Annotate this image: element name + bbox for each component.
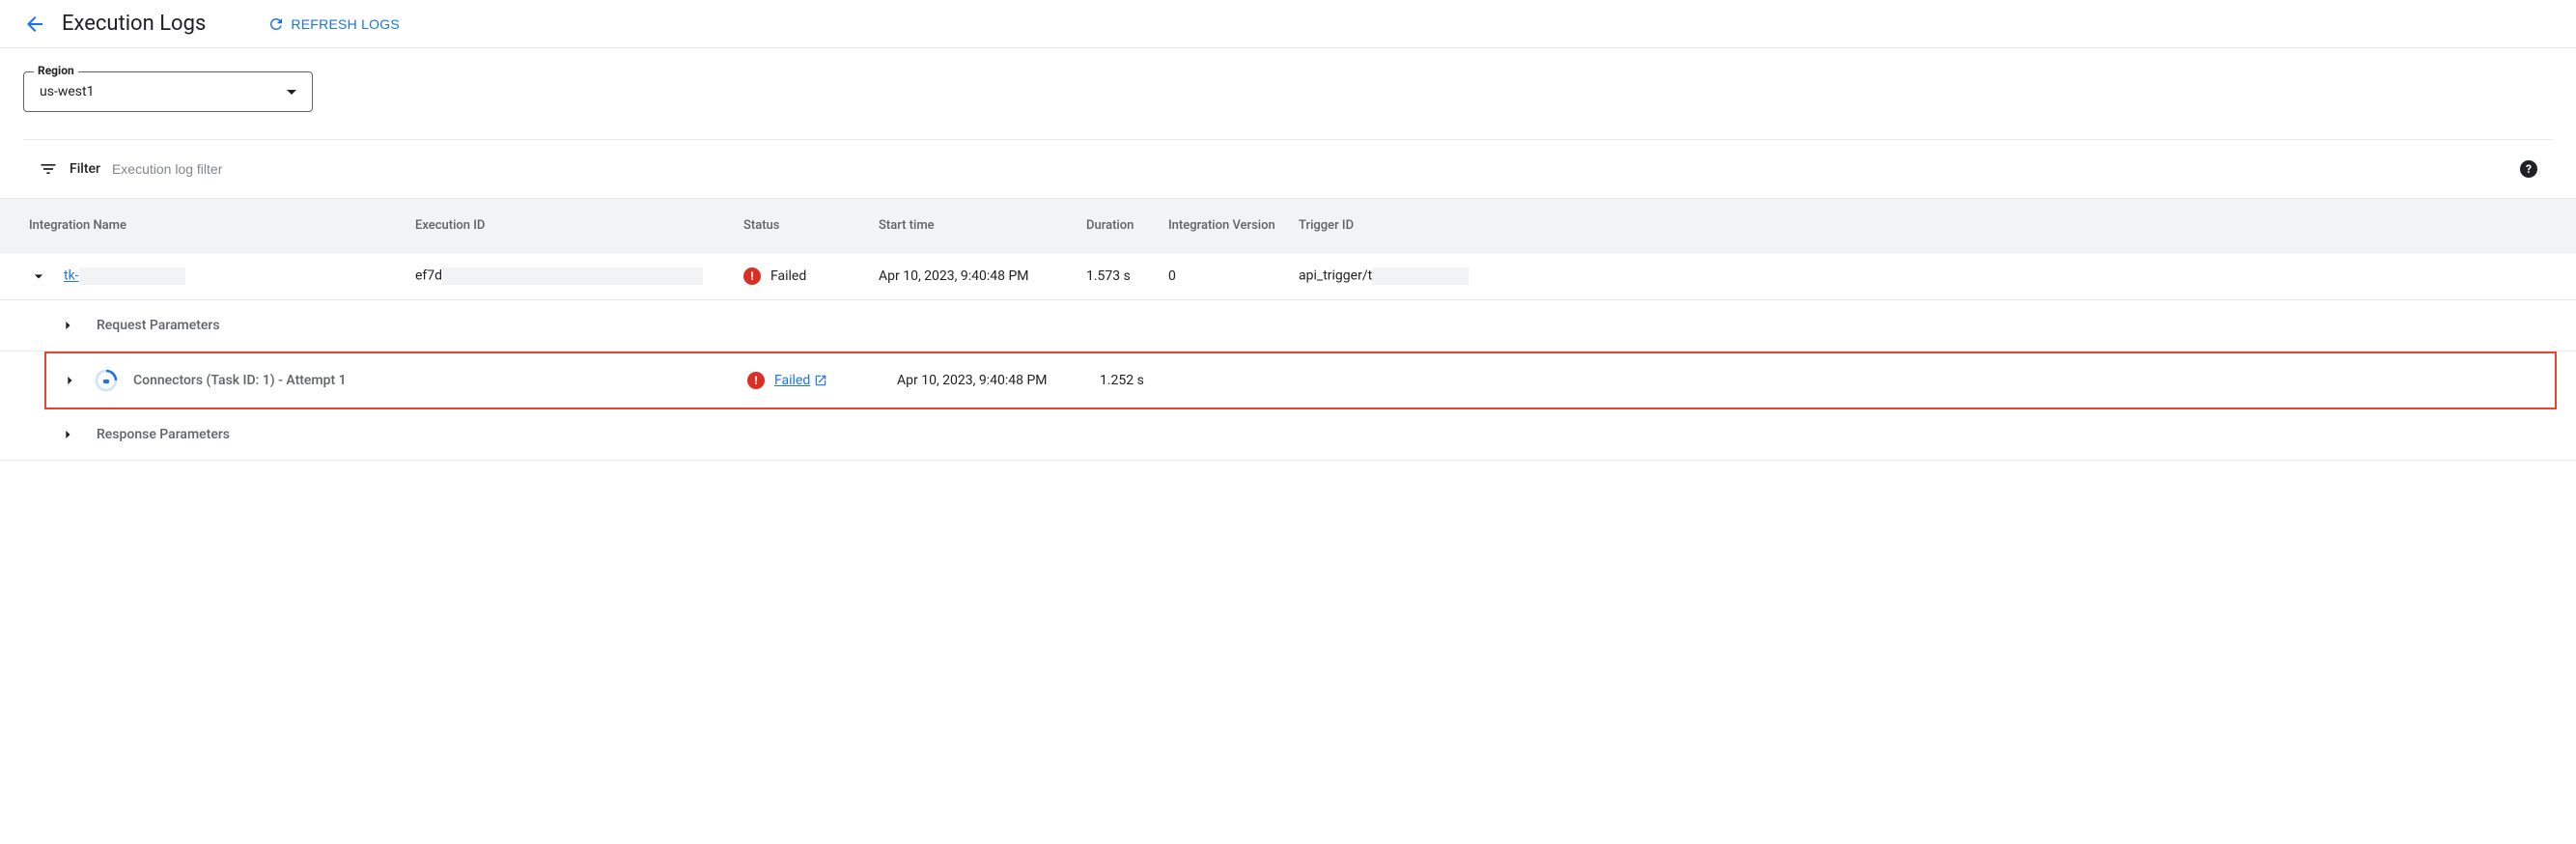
region-container: Region us-west1 xyxy=(0,48,2576,112)
region-select[interactable]: Region us-west1 xyxy=(23,71,313,112)
expand-toggle[interactable] xyxy=(58,316,77,335)
start-time-cell: Apr 10, 2023, 9:40:48 PM xyxy=(879,268,1086,284)
col-trigger-id: Trigger ID xyxy=(1299,218,1492,233)
request-parameters-row: Request Parameters xyxy=(0,300,2576,352)
redacted-text xyxy=(79,267,185,285)
logs-table: Integration Name Execution ID Status Sta… xyxy=(0,198,2576,461)
response-parameters-row: Response Parameters xyxy=(0,409,2576,461)
connectors-start-time: Apr 10, 2023, 9:40:48 PM xyxy=(897,373,1100,388)
col-integration-version: Integration Version xyxy=(1168,218,1299,233)
filter-icon xyxy=(39,159,58,179)
col-integration-name: Integration Name xyxy=(29,218,415,233)
filter-label: Filter xyxy=(70,161,100,177)
trigger-id-cell: api_trigger/t xyxy=(1299,267,1492,285)
filter-section: Filter ? xyxy=(23,139,2553,198)
integration-link[interactable]: tk- xyxy=(64,268,79,284)
table-header-row: Integration Name Execution ID Status Sta… xyxy=(0,198,2576,253)
col-status: Status xyxy=(743,218,879,233)
col-execution-id: Execution ID xyxy=(415,218,743,233)
request-parameters-label: Request Parameters xyxy=(97,318,220,333)
error-icon: ! xyxy=(747,372,765,389)
expand-toggle[interactable] xyxy=(29,267,48,286)
status-cell: ! Failed xyxy=(743,267,879,285)
col-duration: Duration xyxy=(1086,218,1168,233)
external-link-icon xyxy=(814,374,827,387)
connector-icon xyxy=(95,369,118,392)
connectors-task-row: Connectors (Task ID: 1) - Attempt 1 ! Fa… xyxy=(44,352,2557,409)
region-value: us-west1 xyxy=(40,84,94,99)
filter-input[interactable] xyxy=(112,161,2508,177)
table-row: tk- ef7d ! Failed Apr 10, 2023, 9:40:48 … xyxy=(0,253,2576,300)
chevron-down-icon xyxy=(287,90,296,95)
execution-id-cell: ef7d xyxy=(415,267,743,285)
integration-name-cell: tk- xyxy=(29,267,415,286)
error-icon: ! xyxy=(743,267,761,285)
response-parameters-label: Response Parameters xyxy=(97,427,230,442)
refresh-icon xyxy=(267,15,285,33)
failed-link[interactable]: Failed xyxy=(774,373,827,388)
expand-toggle[interactable] xyxy=(58,425,77,444)
region-label: Region xyxy=(34,64,78,77)
redacted-text xyxy=(1372,267,1469,285)
page-header: Execution Logs REFRESH LOGS xyxy=(0,0,2576,48)
connectors-label: Connectors (Task ID: 1) - Attempt 1 xyxy=(133,373,347,388)
duration-cell: 1.573 s xyxy=(1086,268,1168,284)
back-arrow-icon[interactable] xyxy=(23,13,46,36)
redacted-text xyxy=(442,267,703,285)
page-title: Execution Logs xyxy=(62,12,206,36)
connectors-duration: 1.252 s xyxy=(1100,373,1293,388)
col-start-time: Start time xyxy=(879,218,1086,233)
version-cell: 0 xyxy=(1168,268,1299,284)
expand-toggle[interactable] xyxy=(60,371,79,390)
refresh-logs-button[interactable]: REFRESH LOGS xyxy=(267,15,400,33)
help-icon[interactable]: ? xyxy=(2520,160,2537,178)
connectors-status-cell: ! Failed xyxy=(747,372,897,389)
